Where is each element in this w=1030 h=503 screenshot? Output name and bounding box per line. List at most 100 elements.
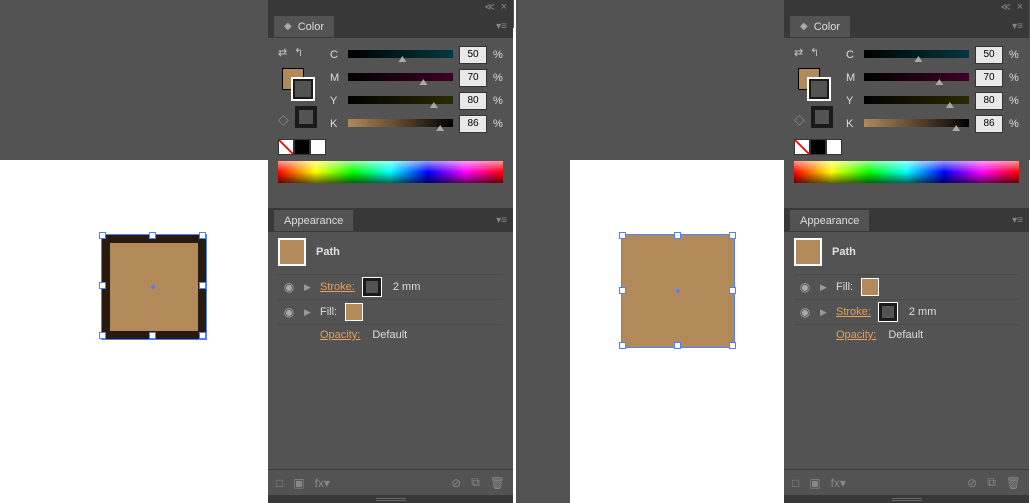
duplicate-icon[interactable]: ⧉ [471, 475, 480, 490]
slider-k[interactable] [348, 119, 453, 129]
resize-grip[interactable] [784, 495, 1029, 503]
close-icon[interactable]: × [501, 1, 507, 13]
panel-title: Color [814, 21, 840, 33]
expand-icon[interactable]: ▶ [820, 282, 828, 293]
value-k[interactable]: 86 [975, 115, 1003, 133]
expand-icon[interactable]: ▶ [304, 282, 312, 293]
selection-swatch [794, 238, 822, 266]
stroke-swatch-small[interactable] [295, 106, 317, 128]
channel-label: M [330, 72, 342, 84]
collapse-icon[interactable]: ≪ [485, 2, 495, 13]
none-swatch[interactable] [278, 139, 294, 155]
black-swatch[interactable] [810, 139, 826, 155]
black-swatch[interactable] [294, 139, 310, 155]
palette-icon: ◆ [284, 21, 292, 32]
tab-color[interactable]: ◆ Color [274, 16, 334, 37]
channel-label: C [330, 49, 342, 61]
color-panel: ≪ × ◆ Color ▾≡ ⇄ ↰ [268, 0, 513, 208]
stroke-swatch-small[interactable] [811, 106, 833, 128]
trash-icon[interactable]: 🗑 [1006, 476, 1021, 490]
panel-title: Appearance [800, 215, 859, 227]
appearance-panel: Appearance ▾≡ Path ◉ ▶ Fill: ◉ ▶ [784, 208, 1029, 503]
default-icon[interactable]: ↰ [810, 46, 822, 58]
panel-menu-icon[interactable]: ▾≡ [1012, 215, 1023, 226]
stroke-label[interactable]: Stroke: [320, 281, 355, 293]
slider-c[interactable] [864, 50, 969, 60]
expand-icon[interactable]: ▶ [304, 307, 312, 318]
value-c[interactable]: 50 [975, 46, 1003, 64]
opacity-row[interactable]: ◉ ▶ Opacity: Default [278, 324, 503, 345]
eye-icon[interactable]: ◉ [282, 280, 296, 294]
fx-icon[interactable]: fx▾ [315, 476, 330, 490]
stroke-swatch[interactable] [363, 278, 381, 296]
selection-swatch [278, 238, 306, 266]
panel-menu-icon[interactable]: ▾≡ [1012, 21, 1023, 32]
default-icon[interactable]: ↰ [294, 46, 306, 58]
stroke-value: 2 mm [909, 306, 937, 318]
value-y[interactable]: 80 [459, 92, 487, 110]
stroke-row[interactable]: ◉ ▶ Stroke: 2 mm [794, 299, 1019, 324]
tab-appearance[interactable]: Appearance [790, 210, 869, 231]
close-icon[interactable]: × [1017, 1, 1023, 13]
eye-icon[interactable]: ◉ [798, 280, 812, 294]
opacity-value: Default [372, 329, 407, 341]
stroke-label[interactable]: Stroke: [836, 306, 871, 318]
fill-row[interactable]: ◉ ▶ Fill: [278, 299, 503, 324]
slider-m[interactable] [348, 73, 453, 83]
collapse-icon[interactable]: ≪ [1001, 2, 1011, 13]
opacity-label[interactable]: Opacity: [836, 329, 876, 341]
slider-m[interactable] [864, 73, 969, 83]
tab-color[interactable]: ◆ Color [790, 16, 850, 37]
eye-icon[interactable]: ◉ [798, 305, 812, 319]
opacity-value: Default [888, 329, 923, 341]
swap-icon[interactable]: ⇄ [794, 46, 806, 58]
value-m[interactable]: 70 [459, 69, 487, 87]
opacity-label[interactable]: Opacity: [320, 329, 360, 341]
white-swatch[interactable] [826, 139, 842, 155]
none-swatch[interactable] [794, 139, 810, 155]
eye-icon[interactable]: ◉ [282, 305, 296, 319]
object-type: Path [316, 246, 340, 258]
stroke-row[interactable]: ◉ ▶ Stroke: 2 mm [278, 274, 503, 299]
fill-swatch[interactable] [861, 278, 879, 296]
stroke-swatch[interactable] [879, 303, 897, 321]
trash-icon[interactable]: 🗑 [490, 476, 505, 490]
swap-icon[interactable]: ⇄ [278, 46, 290, 58]
panel-title: Appearance [284, 215, 343, 227]
fill-swatch[interactable] [345, 303, 363, 321]
value-k[interactable]: 86 [459, 115, 487, 133]
panel-menu-icon[interactable]: ▾≡ [496, 215, 507, 226]
panel-menu-icon[interactable]: ▾≡ [496, 21, 507, 32]
clear-icon[interactable]: ⊘ [967, 476, 977, 490]
clear-icon[interactable]: ⊘ [451, 476, 461, 490]
expand-icon[interactable]: ▶ [820, 307, 828, 318]
fill-label: Fill: [836, 281, 853, 293]
panel-title: Color [298, 21, 324, 33]
fill-label: Fill: [320, 306, 337, 318]
tab-appearance[interactable]: Appearance [274, 210, 353, 231]
spectrum-picker[interactable] [278, 161, 503, 183]
resize-grip[interactable] [268, 495, 513, 503]
slider-y[interactable] [864, 96, 969, 106]
object-type: Path [832, 246, 856, 258]
value-m[interactable]: 70 [975, 69, 1003, 87]
layer-icon[interactable]: ▣ [809, 476, 820, 490]
duplicate-icon[interactable]: ⧉ [987, 475, 996, 490]
new-art-icon[interactable]: □ [792, 476, 799, 490]
layer-icon[interactable]: ▣ [293, 476, 304, 490]
fill-stroke-swatch[interactable] [278, 64, 330, 100]
fill-stroke-swatch[interactable] [794, 64, 846, 100]
fx-icon[interactable]: fx▾ [831, 476, 846, 490]
slider-c[interactable] [348, 50, 453, 60]
slider-k[interactable] [864, 119, 969, 129]
cube-icon: ◇ [794, 111, 805, 128]
value-y[interactable]: 80 [975, 92, 1003, 110]
spectrum-picker[interactable] [794, 161, 1019, 183]
fill-row[interactable]: ◉ ▶ Fill: [794, 274, 1019, 299]
white-swatch[interactable] [310, 139, 326, 155]
opacity-row[interactable]: ◉ ▶ Opacity: Default [794, 324, 1019, 345]
new-art-icon[interactable]: □ [276, 476, 283, 490]
value-c[interactable]: 50 [459, 46, 487, 64]
color-panel: ≪ × ◆ Color ▾≡ ⇄ ↰ [784, 0, 1029, 208]
slider-y[interactable] [348, 96, 453, 106]
